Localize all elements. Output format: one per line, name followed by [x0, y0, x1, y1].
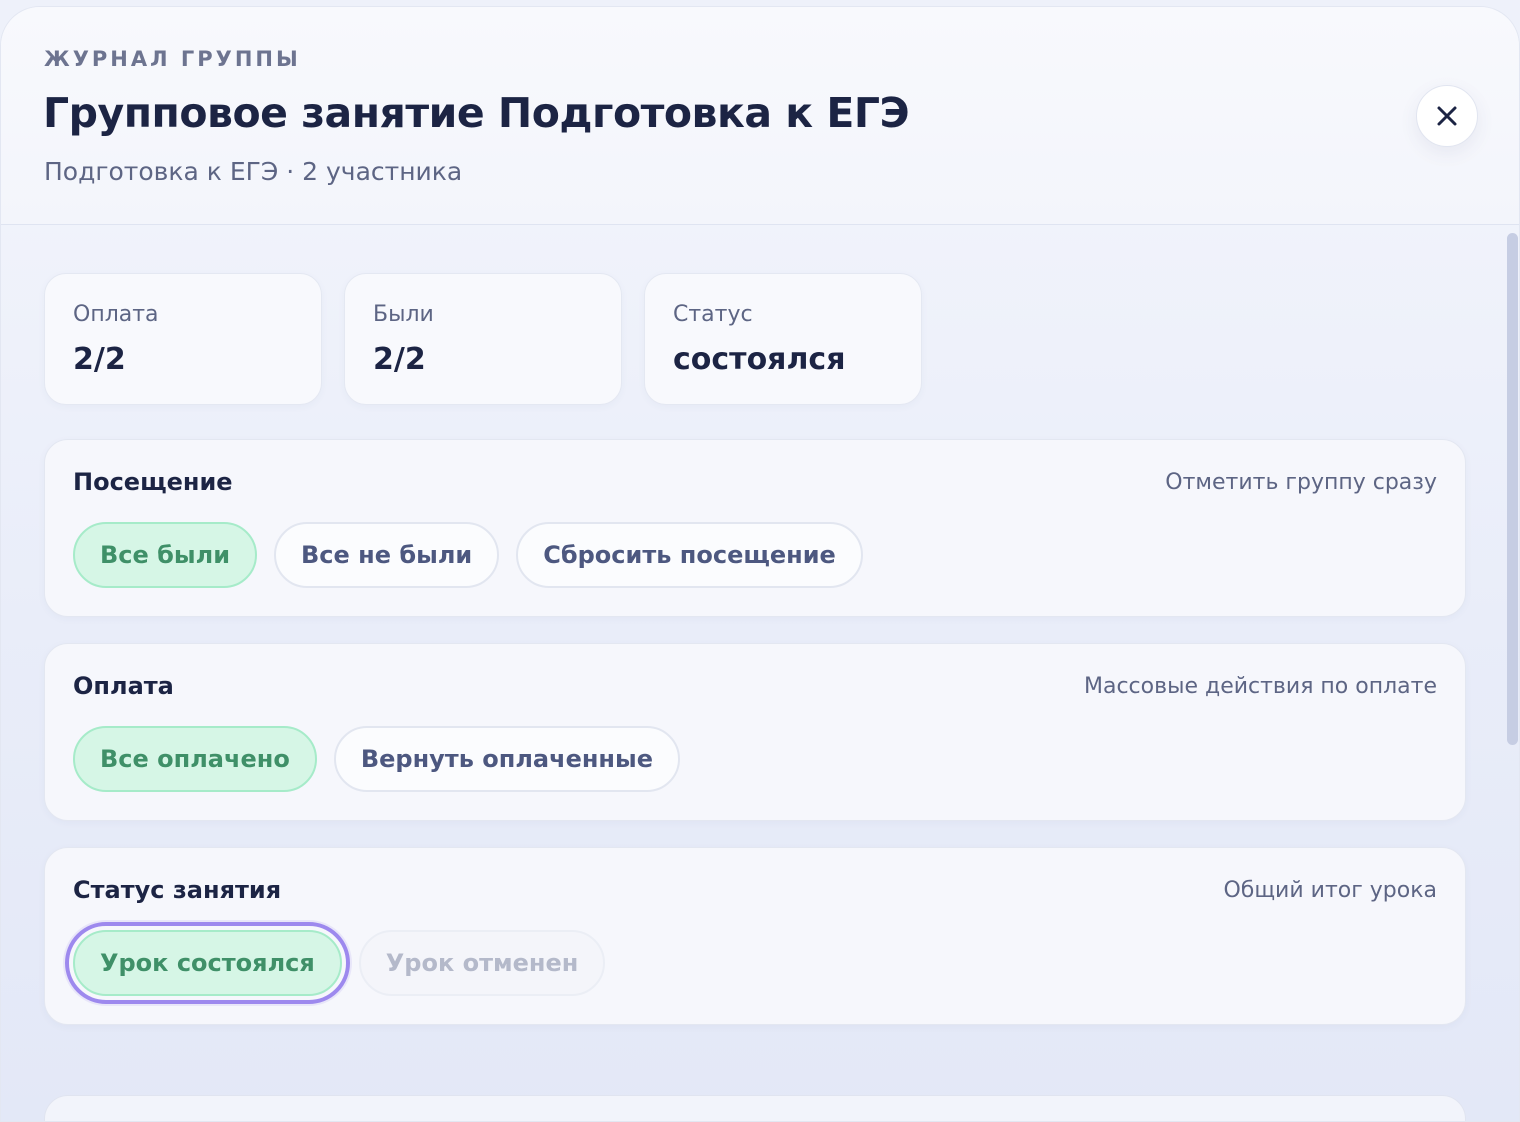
- page-subtitle: Подготовка к ЕГЭ · 2 участника: [44, 157, 463, 186]
- lesson-held-button[interactable]: Урок состоялся: [73, 930, 342, 996]
- attendance-actions: Все были Все не были Сбросить посещение: [73, 522, 863, 588]
- section-hint: Массовые действия по оплате: [1084, 674, 1437, 699]
- stat-card-attendance: Были 2/2: [344, 273, 622, 405]
- stat-label: Оплата: [73, 302, 159, 327]
- stat-label: Были: [373, 302, 434, 327]
- attendance-section: Посещение Отметить группу сразу Все были…: [44, 439, 1466, 617]
- stat-value: 2/2: [73, 342, 126, 377]
- eyebrow-label: ЖУРНАЛ ГРУППЫ: [44, 47, 301, 71]
- section-title: Посещение: [73, 468, 233, 496]
- modal-content: Оплата 2/2 Были 2/2 Статус состоялся Пос…: [1, 225, 1506, 1121]
- reset-attendance-button[interactable]: Сбросить посещение: [516, 522, 863, 588]
- stat-label: Статус: [673, 302, 753, 327]
- section-hint: Общий итог урока: [1223, 878, 1437, 903]
- close-button[interactable]: [1416, 85, 1478, 147]
- payment-section: Оплата Массовые действия по оплате Все о…: [44, 643, 1466, 821]
- stat-value: состоялся: [673, 342, 846, 377]
- focus-ring: Урок состоялся: [65, 922, 350, 1004]
- lesson-cancelled-button[interactable]: Урок отменен: [358, 930, 606, 996]
- section-hint: Отметить группу сразу: [1165, 470, 1437, 495]
- all-present-button[interactable]: Все были: [73, 522, 258, 588]
- modal-header: ЖУРНАЛ ГРУППЫ Групповое занятие Подготов…: [1, 7, 1519, 225]
- lesson-status-actions: Урок состоялся Урок отменен: [65, 922, 606, 1004]
- lesson-status-section: Статус занятия Общий итог урока Урок сос…: [44, 847, 1466, 1025]
- stat-card-payment: Оплата 2/2: [44, 273, 322, 405]
- all-absent-button[interactable]: Все не были: [274, 522, 500, 588]
- all-paid-button[interactable]: Все оплачено: [73, 726, 317, 792]
- page-title: Групповое занятие Подготовка к ЕГЭ: [43, 89, 910, 137]
- payment-actions: Все оплачено Вернуть оплаченные: [73, 726, 680, 792]
- stat-card-status: Статус состоялся: [644, 273, 922, 405]
- refund-paid-button[interactable]: Вернуть оплаченные: [333, 726, 680, 792]
- section-title: Статус занятия: [73, 876, 282, 904]
- group-journal-modal: ЖУРНАЛ ГРУППЫ Групповое занятие Подготов…: [0, 6, 1520, 1122]
- next-section-card: [44, 1095, 1466, 1121]
- section-title: Оплата: [73, 672, 174, 700]
- close-icon: [1437, 106, 1457, 126]
- scrollbar-thumb[interactable]: [1507, 233, 1518, 745]
- stat-value: 2/2: [373, 342, 426, 377]
